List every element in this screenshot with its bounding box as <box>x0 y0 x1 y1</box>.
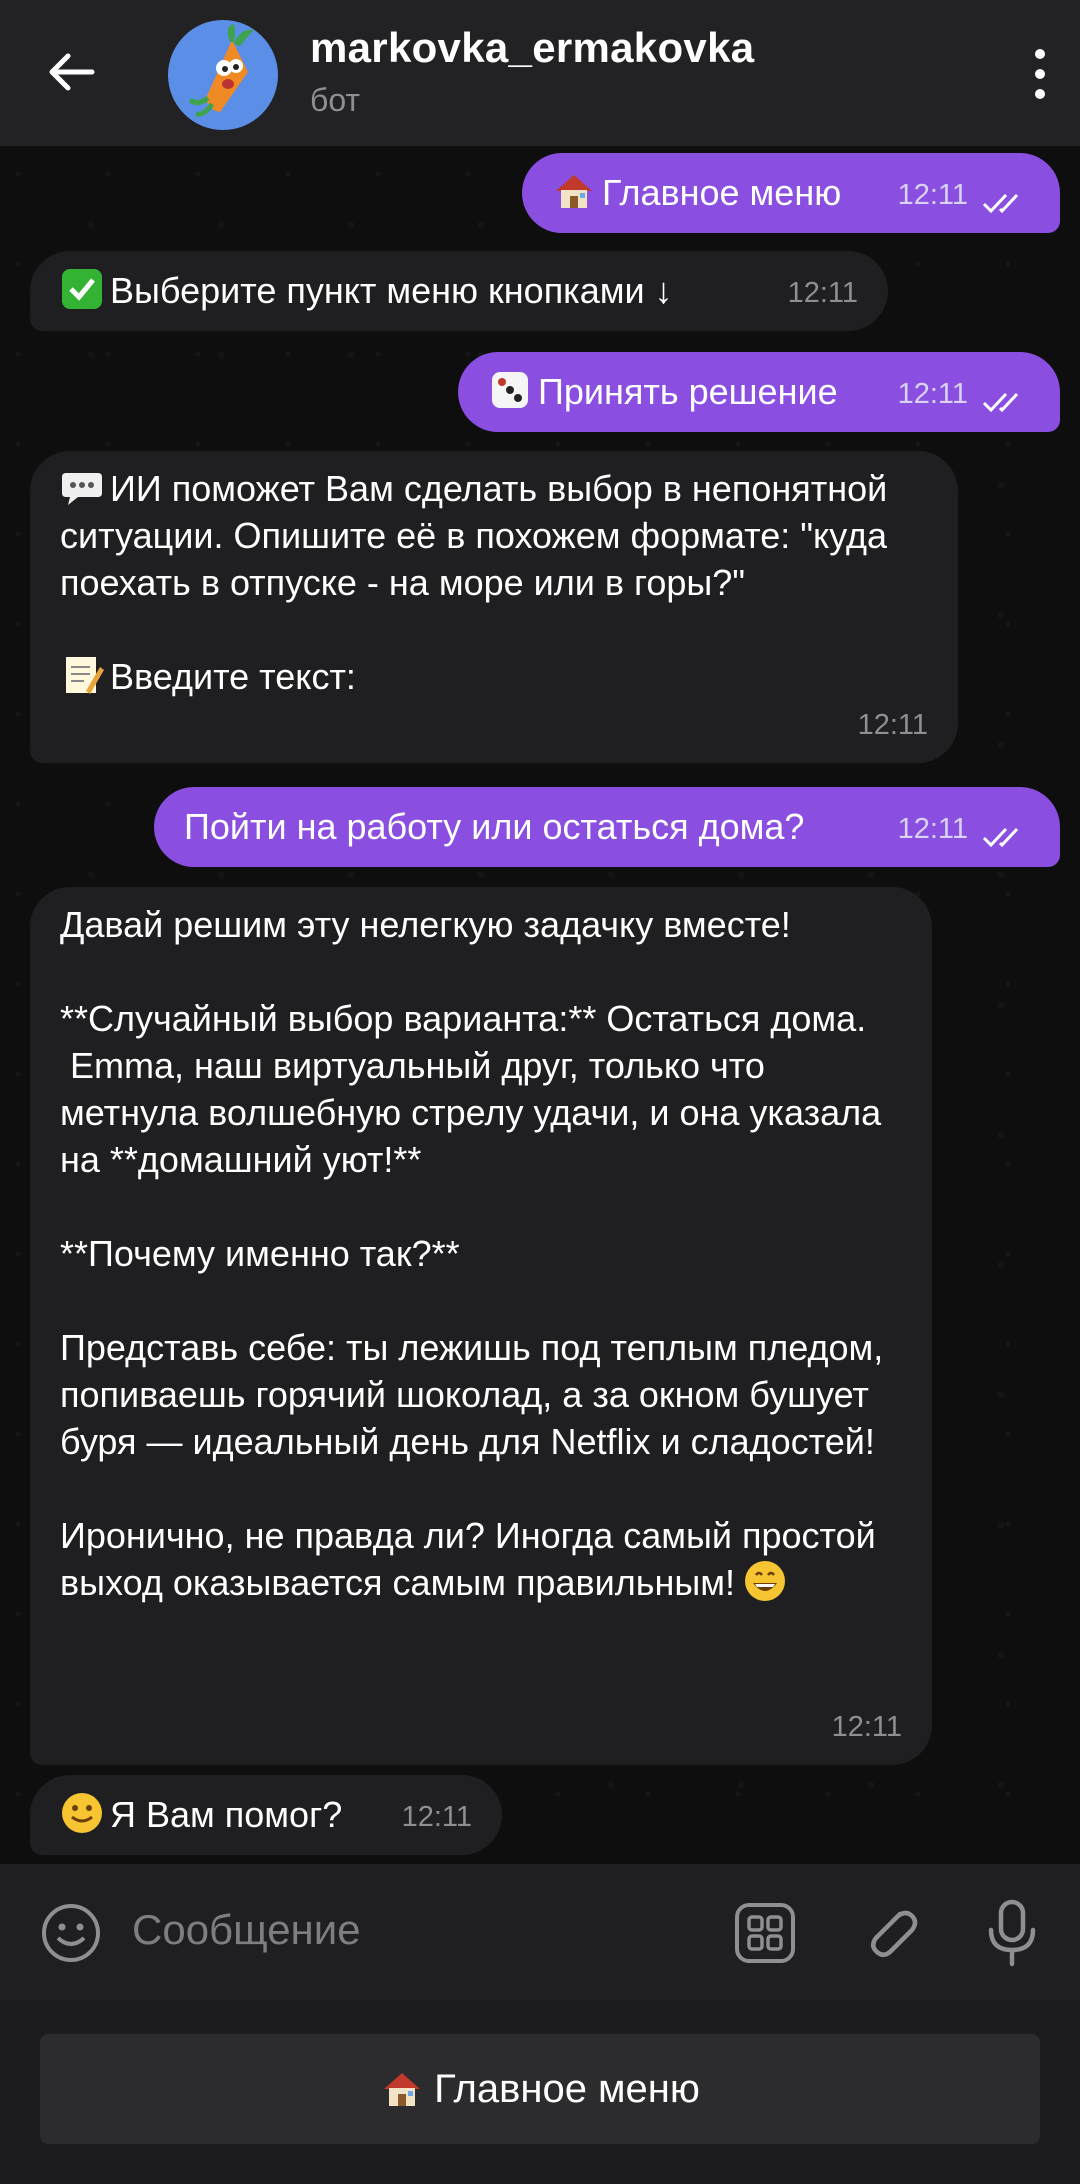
message-time: 12:11 <box>831 1711 902 1743</box>
microphone-icon[interactable] <box>986 1898 1038 1968</box>
memo-emoji-icon <box>66 657 104 694</box>
main-menu-button[interactable]: Главное меню <box>40 2034 1040 2144</box>
carrot-avatar-icon <box>188 24 254 117</box>
message-text: Принять решение <box>538 371 838 412</box>
incoming-message[interactable]: Выберите пункт меню кнопками ↓ 12:11 <box>30 251 888 331</box>
message-input-bar: Сообщение <box>0 1864 1080 2000</box>
house-emoji-icon <box>556 175 592 208</box>
chat-subtitle: бот <box>310 82 361 118</box>
attach-paperclip-icon[interactable] <box>860 1900 924 1964</box>
incoming-message[interactable]: Давай решим эту нелегкую задачку вместе!… <box>30 887 932 1765</box>
incoming-message[interactable]: Я Вам помог? 12:11 <box>30 1775 502 1855</box>
message-input[interactable]: Сообщение <box>132 1906 361 1954</box>
message-time: 12:11 <box>897 813 968 845</box>
message-text-secondary: Введите текст: <box>110 656 356 697</box>
main-menu-button-label: Главное меню <box>434 2066 700 2111</box>
check-mark-emoji-icon <box>62 269 102 309</box>
message-time: 12:11 <box>401 1801 472 1833</box>
message-time: 12:11 <box>897 179 968 211</box>
bot-reply-keyboard: Главное меню <box>0 2000 1080 2184</box>
message-text: Выберите пункт меню кнопками ↓ <box>110 270 673 311</box>
slightly-smiling-face-emoji-icon <box>62 1793 102 1833</box>
grinning-face-emoji-icon <box>744 1561 785 1601</box>
bot-keyboard-icon[interactable] <box>734 1902 796 1964</box>
incoming-message[interactable]: ИИ поможет Вам сделать выбор в непонятно… <box>30 451 958 763</box>
message-text: Я Вам помог? <box>110 1794 343 1835</box>
outgoing-message[interactable]: Пойти на работу или остаться дома? 12:11 <box>154 787 1060 867</box>
message-time: 12:11 <box>857 709 928 741</box>
outgoing-message[interactable]: Главное меню 12:11 <box>522 153 1060 233</box>
read-ticks-icon <box>982 392 1019 413</box>
message-text: Главное меню <box>602 172 842 213</box>
chat-header: markovka_ermakovka бот <box>0 0 1080 147</box>
message-text: Давай решим эту нелегкую задачку вместе!… <box>60 904 884 1603</box>
chat-title[interactable]: markovka_ermakovka <box>310 24 754 72</box>
more-options-icon[interactable] <box>1022 44 1058 104</box>
message-time: 12:11 <box>787 277 858 309</box>
read-ticks-icon <box>982 193 1019 214</box>
read-ticks-icon <box>982 827 1019 848</box>
message-text: Пойти на работу или остаться дома? <box>184 806 805 847</box>
dice-emoji-icon <box>492 372 528 408</box>
message-list[interactable]: Главное меню 12:11 Выберите пункт меню к… <box>0 147 1080 1863</box>
house-emoji-icon <box>384 2073 421 2106</box>
back-arrow-icon[interactable] <box>44 44 100 100</box>
emoji-icon[interactable] <box>40 1902 102 1964</box>
bot-avatar[interactable] <box>168 20 278 130</box>
outgoing-message[interactable]: Принять решение 12:11 <box>458 352 1060 432</box>
message-time: 12:11 <box>897 378 968 410</box>
message-text: ИИ поможет Вам сделать выбор в непонятно… <box>60 468 888 603</box>
speech-balloon-emoji-icon <box>62 473 102 505</box>
